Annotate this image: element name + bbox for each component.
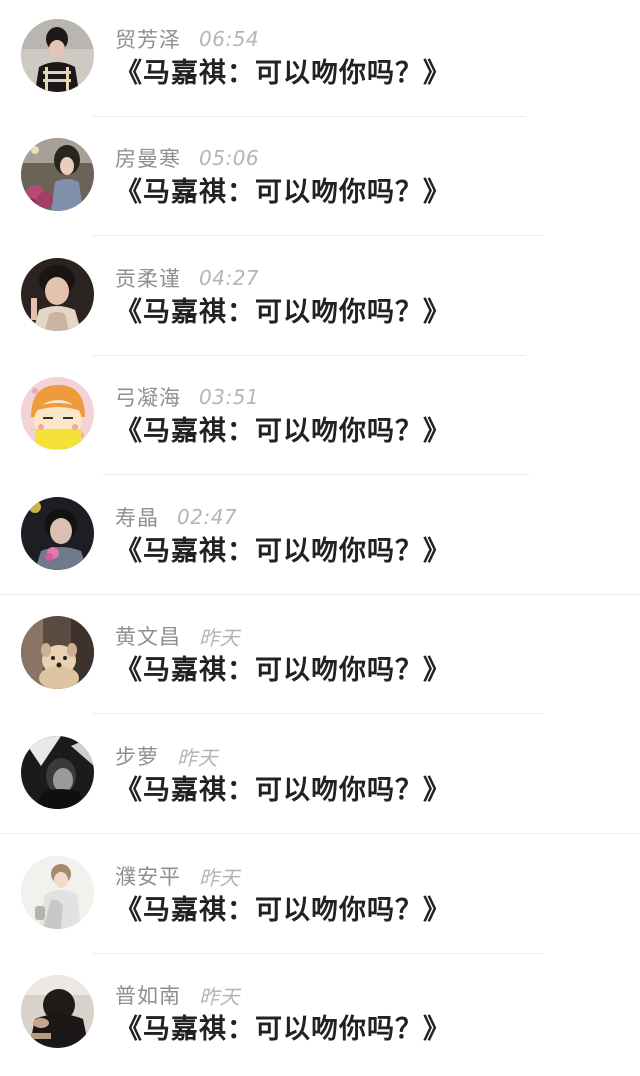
avatar[interactable]	[21, 258, 94, 331]
divider	[0, 594, 640, 595]
girl-dark-hair-icon	[21, 19, 94, 92]
message-preview: 《马嘉祺：可以吻你吗？》	[115, 177, 451, 208]
avatar[interactable]	[21, 138, 94, 211]
name-line: 普如南 昨天	[115, 980, 240, 1010]
message-preview: 《马嘉祺：可以吻你吗？》	[115, 58, 451, 89]
avatar[interactable]	[21, 497, 94, 570]
message-preview: 《马嘉祺：可以吻你吗？》	[115, 416, 451, 447]
avatar[interactable]	[21, 19, 94, 92]
name-line: 步萝 昨天	[115, 741, 218, 771]
sender-name: 步萝	[115, 745, 159, 769]
avatar[interactable]	[21, 975, 94, 1048]
boy-portrait-icon	[21, 258, 94, 331]
message-preview: 《马嘉祺：可以吻你吗？》	[115, 655, 451, 686]
divider	[92, 355, 526, 356]
conversation-item[interactable]: 贸芳泽 06:54 《马嘉祺：可以吻你吗？》	[0, 0, 640, 120]
sender-name: 贸芳泽	[115, 28, 181, 52]
cartoon-face-icon	[21, 377, 94, 450]
name-line: 濮安平 昨天	[115, 861, 240, 891]
conversation-item[interactable]: 黄文昌 昨天 《马嘉祺：可以吻你吗？》	[0, 597, 640, 717]
girl-flowers-icon	[21, 138, 94, 211]
name-line: 贡柔谨 04:27	[115, 263, 259, 293]
dark-figure-icon	[21, 975, 94, 1048]
divider	[0, 833, 640, 834]
avatar[interactable]	[21, 736, 94, 809]
message-preview: 《马嘉祺：可以吻你吗？》	[115, 775, 451, 806]
message-time: 昨天	[199, 625, 240, 650]
conversation-item[interactable]: 普如南 昨天 《马嘉祺：可以吻你吗？》	[0, 956, 640, 1076]
message-time: 04:27	[199, 266, 260, 290]
dog-icon	[21, 616, 94, 689]
conversation-item[interactable]: 濮安平 昨天 《马嘉祺：可以吻你吗？》	[0, 837, 640, 957]
sender-name: 濮安平	[115, 865, 181, 889]
name-line: 弓凝海 03:51	[115, 382, 259, 412]
message-time: 昨天	[199, 865, 240, 890]
message-time: 03:51	[199, 385, 260, 409]
message-preview: 《马嘉祺：可以吻你吗？》	[115, 1014, 451, 1045]
sender-name: 普如南	[115, 984, 181, 1008]
message-time: 05:06	[199, 146, 260, 170]
sender-name: 寿晶	[115, 506, 159, 530]
boy-flower-icon	[21, 497, 94, 570]
message-time: 昨天	[199, 984, 240, 1009]
divider	[92, 116, 526, 117]
sender-name: 房曼寒	[115, 147, 181, 171]
conversation-item[interactable]: 步萝 昨天 《马嘉祺：可以吻你吗？》	[0, 717, 640, 837]
divider	[102, 474, 530, 475]
message-preview: 《马嘉祺：可以吻你吗？》	[115, 895, 451, 926]
sender-name: 弓凝海	[115, 386, 181, 410]
name-line: 房曼寒 05:06	[115, 143, 259, 173]
divider	[92, 235, 544, 236]
sender-name: 黄文昌	[115, 625, 181, 649]
conversation-item[interactable]: 贡柔谨 04:27 《马嘉祺：可以吻你吗？》	[0, 239, 640, 359]
message-preview: 《马嘉祺：可以吻你吗？》	[115, 297, 451, 328]
conversation-item[interactable]: 寿晶 02:47 《马嘉祺：可以吻你吗？》	[0, 478, 640, 598]
message-time: 02:47	[177, 505, 238, 529]
name-line: 黄文昌 昨天	[115, 621, 240, 651]
white-coat-girl-icon	[21, 856, 94, 929]
avatar[interactable]	[21, 616, 94, 689]
conversation-list: 贸芳泽 06:54 《马嘉祺：可以吻你吗？》 房曼寒 05:06 《马嘉祺：可以…	[0, 0, 640, 1071]
avatar[interactable]	[21, 856, 94, 929]
divider	[92, 953, 544, 954]
avatar[interactable]	[21, 377, 94, 450]
name-line: 贸芳泽 06:54	[115, 24, 259, 54]
message-preview: 《马嘉祺：可以吻你吗？》	[115, 536, 451, 567]
conversation-item[interactable]: 弓凝海 03:51 《马嘉祺：可以吻你吗？》	[0, 358, 640, 478]
name-line: 寿晶 02:47	[115, 502, 237, 532]
sender-name: 贡柔谨	[115, 267, 181, 291]
divider	[92, 713, 544, 714]
conversation-item[interactable]: 房曼寒 05:06 《马嘉祺：可以吻你吗？》	[0, 119, 640, 239]
message-time: 06:54	[199, 27, 260, 51]
monochrome-portrait-icon	[21, 736, 94, 809]
message-time: 昨天	[177, 745, 218, 770]
